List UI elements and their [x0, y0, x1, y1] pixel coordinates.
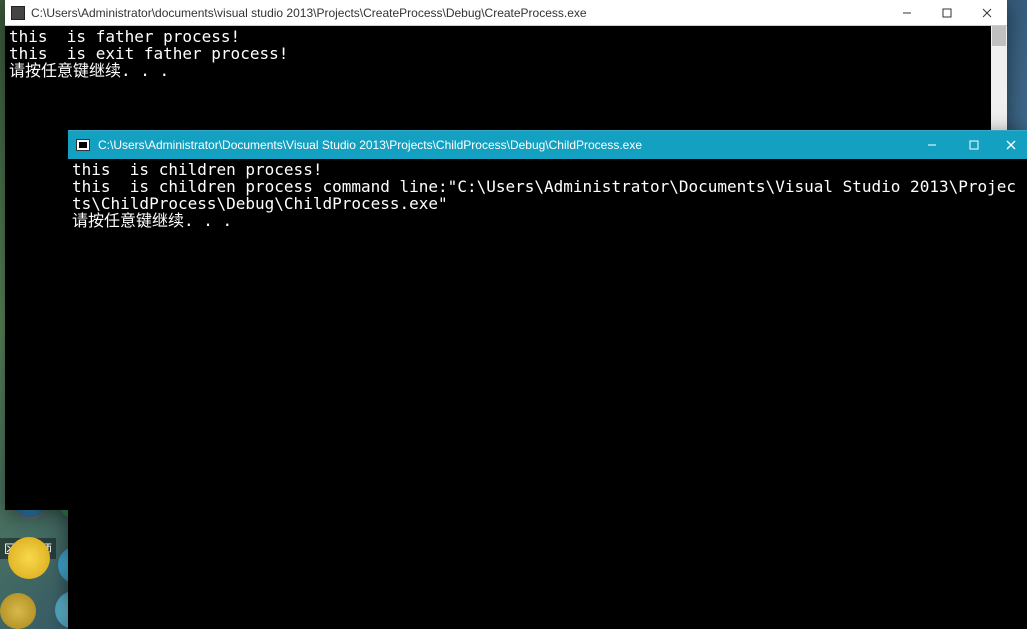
console-app-icon: [11, 6, 25, 20]
close-button[interactable]: [995, 131, 1027, 159]
titlebar[interactable]: C:\Users\Administrator\documents\visual …: [5, 0, 1007, 26]
console-line: this is children process command line:"C…: [72, 177, 1016, 213]
window-controls: [887, 0, 1007, 25]
window-controls: [911, 131, 1027, 159]
maximize-icon: [969, 140, 979, 150]
window-title: C:\Users\Administrator\documents\visual …: [31, 6, 887, 20]
scrollbar-thumb[interactable]: [992, 26, 1006, 46]
console-line: 请按任意键继续. . .: [9, 61, 169, 80]
console-window-child: C:\Users\Administrator\Documents\Visual …: [68, 130, 1027, 629]
window-title: C:\Users\Administrator\Documents\Visual …: [98, 138, 911, 152]
maximize-button[interactable]: [953, 131, 995, 159]
close-icon: [982, 8, 992, 18]
minimize-button[interactable]: [887, 0, 927, 25]
close-button[interactable]: [967, 0, 1007, 25]
minimize-icon: [927, 140, 937, 150]
console-app-icon: [76, 139, 90, 151]
close-icon: [1006, 140, 1016, 150]
minimize-button[interactable]: [911, 131, 953, 159]
console-line: 请按任意键继续. . .: [72, 211, 232, 230]
titlebar[interactable]: C:\Users\Administrator\Documents\Visual …: [68, 131, 1027, 159]
desktop-shortcut-icon[interactable]: [0, 593, 36, 629]
console-output: this is father process! this is exit fat…: [5, 26, 1007, 81]
console-output: this is children process! this is childr…: [68, 159, 1027, 231]
maximize-icon: [942, 8, 952, 18]
minimize-icon: [902, 8, 912, 18]
console-body[interactable]: this is children process! this is childr…: [68, 159, 1027, 629]
maximize-button[interactable]: [927, 0, 967, 25]
desktop-shortcut-icon[interactable]: [8, 537, 50, 579]
